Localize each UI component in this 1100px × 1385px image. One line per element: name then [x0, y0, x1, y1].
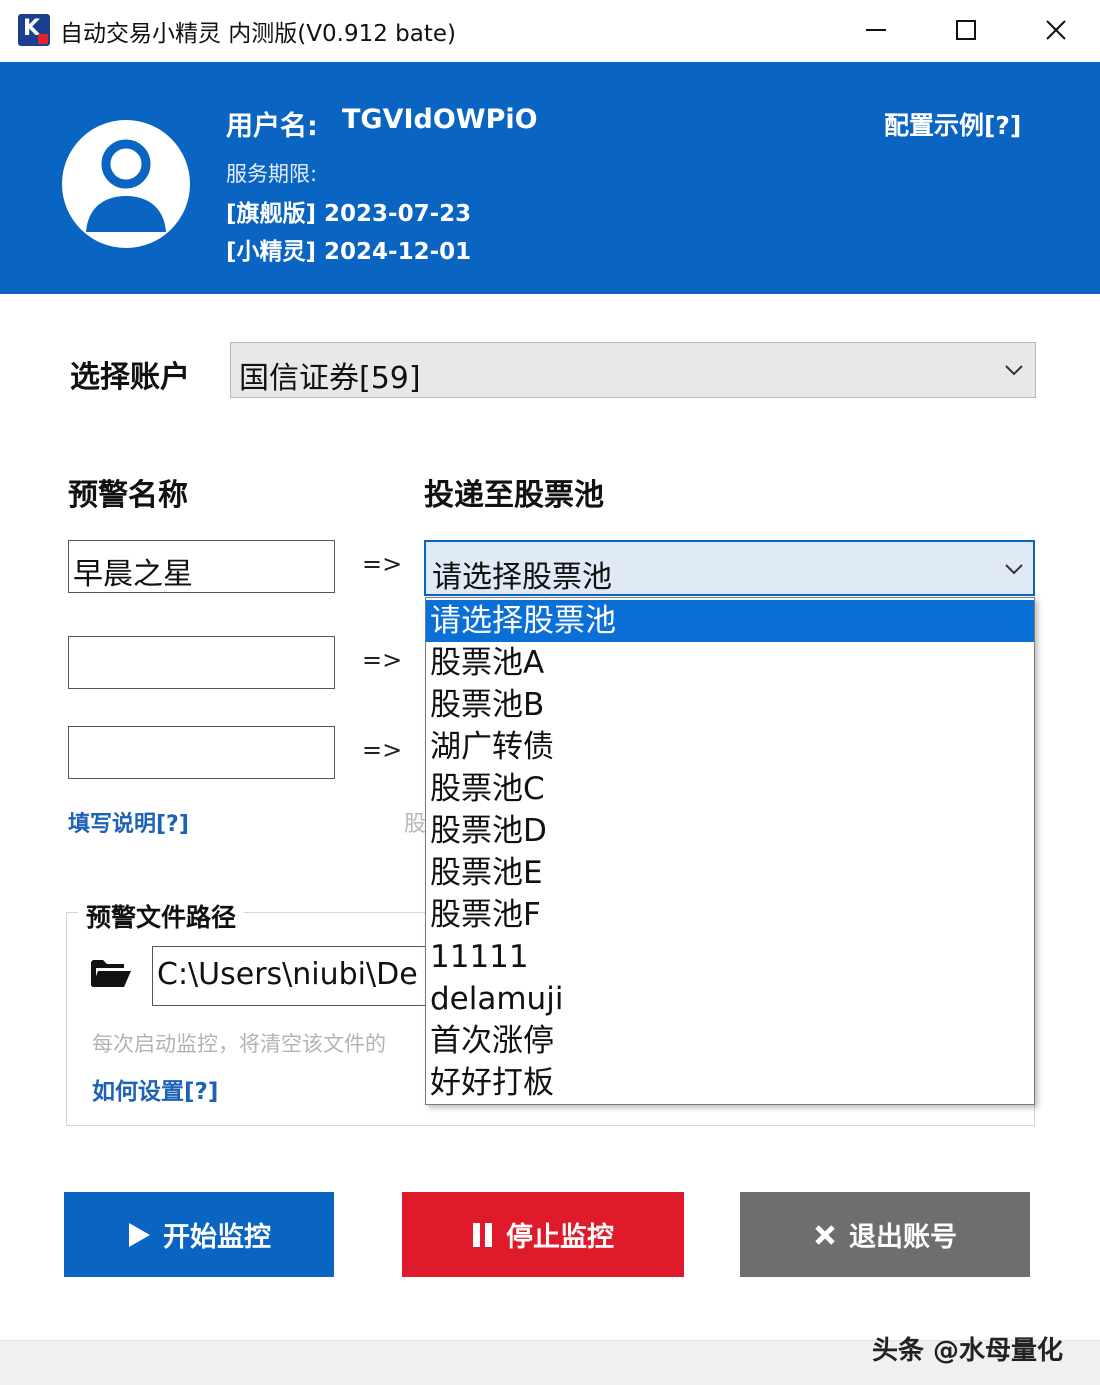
start-monitor-label: 开始监控	[163, 1222, 271, 1253]
pool-option[interactable]: 11111	[426, 936, 1034, 978]
fill-help-link[interactable]: 填写说明[?]	[68, 806, 189, 838]
warning-path-input[interactable]: C:\Users\niubi\De	[152, 946, 452, 1006]
warning-path-value: C:\Users\niubi\De	[157, 957, 418, 992]
chevron-down-icon	[1005, 564, 1023, 575]
pool-dropdown-list: 请选择股票池 股票池A 股票池B 湖广转债 股票池C 股票池D 股票池E 股票池…	[425, 597, 1035, 1105]
account-select[interactable]: 国信证券[59]	[230, 342, 1036, 398]
warning-path-legend: 预警文件路径	[78, 898, 245, 934]
warning-name-input-3[interactable]	[68, 726, 335, 779]
arrow-text: =>	[362, 736, 403, 764]
flagship-expiry: [旗舰版] 2023-07-23	[226, 201, 472, 227]
pool-option[interactable]: 股票池E	[426, 852, 1034, 894]
pool-option[interactable]: 股票池C	[426, 768, 1034, 810]
folder-open-icon	[91, 960, 131, 987]
username-value: TGVIdOWPiO	[342, 104, 538, 135]
howto-settings-link[interactable]: 如何设置[?]	[92, 1072, 218, 1106]
pool-option[interactable]: 股票池D	[426, 810, 1034, 852]
username-label: 用户名:	[226, 111, 318, 142]
pool-select-value: 请选择股票池	[432, 560, 612, 595]
watermark-text: 头条 @水母量化	[872, 1336, 1064, 1366]
pool-option[interactable]: delamuji	[426, 978, 1034, 1020]
logout-button[interactable]: 退出账号	[740, 1192, 1030, 1277]
minimize-icon	[866, 29, 886, 31]
pool-option[interactable]: 首次涨停	[426, 1020, 1034, 1062]
account-select-value: 国信证券[59]	[239, 361, 421, 396]
maximize-button[interactable]	[936, 6, 996, 54]
config-example-link[interactable]: 配置示例[?]	[884, 106, 1021, 142]
arrow-text: =>	[362, 550, 403, 578]
warning-name-input-2[interactable]	[68, 636, 335, 689]
warning-name-value: 早晨之星	[73, 557, 193, 592]
warning-name-input-1[interactable]: 早晨之星	[68, 540, 335, 593]
close-button[interactable]	[1026, 6, 1086, 54]
account-label: 选择账户	[70, 360, 190, 395]
arrow-text: =>	[362, 646, 403, 674]
pool-select[interactable]: 请选择股票池	[424, 540, 1035, 596]
window-title: 自动交易小精灵 内测版(V0.912 bate)	[60, 21, 457, 47]
pool-option[interactable]: 湖广转债	[426, 726, 1034, 768]
user-avatar-icon	[86, 139, 166, 232]
pause-icon	[472, 1222, 494, 1248]
pool-option[interactable]: 股票池B	[426, 684, 1034, 726]
minimize-button[interactable]	[846, 6, 906, 54]
pool-option[interactable]: 好好打板	[426, 1062, 1034, 1104]
deliver-to-pool-label: 投递至股票池	[424, 478, 604, 513]
chevron-down-icon	[1005, 365, 1023, 376]
warning-name-label: 预警名称	[68, 478, 188, 513]
close-icon	[813, 1223, 837, 1247]
stop-monitor-button[interactable]: 停止监控	[402, 1192, 684, 1277]
pool-option[interactable]: 股票池A	[426, 642, 1034, 684]
folder-open-icon[interactable]	[90, 958, 132, 992]
avatar	[62, 120, 190, 248]
pool-option[interactable]: 请选择股票池	[426, 600, 1034, 642]
path-note-text: 每次启动监控，将清空该文件的	[92, 1032, 386, 1056]
app-logo-icon: K	[18, 14, 50, 46]
maximize-icon	[956, 20, 976, 40]
start-monitor-button[interactable]: 开始监控	[64, 1192, 334, 1277]
pool-option[interactable]: 股票池F	[426, 894, 1034, 936]
close-icon	[1046, 20, 1066, 40]
play-icon	[127, 1222, 151, 1248]
service-period-label: 服务期限:	[226, 162, 318, 186]
logout-label: 退出账号	[849, 1222, 957, 1253]
stop-monitor-label: 停止监控	[506, 1222, 614, 1253]
sprite-expiry: [小精灵] 2024-12-01	[226, 239, 472, 265]
pool-hint-text: 股	[404, 812, 427, 837]
